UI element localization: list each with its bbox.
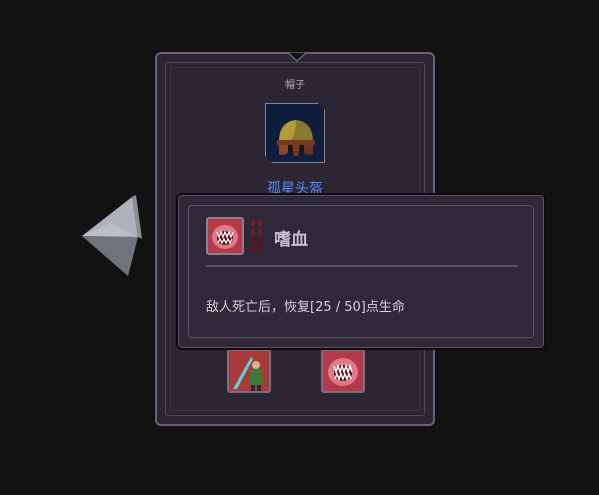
tooltip-description: 敌人死亡后，恢复[25 / 50]点生命 [206, 300, 405, 315]
previous-arrow-button[interactable] [80, 193, 142, 279]
left-arrow-icon [82, 195, 142, 276]
helmet-icon [277, 120, 315, 156]
skill-tooltip: 嗜血 敌人死亡后，恢复[25 / 50]点生命 [176, 193, 546, 350]
fanged-mouth-skill-icon [323, 351, 363, 391]
tooltip-skill-icon [206, 217, 244, 255]
sword-warrior-skill-icon [229, 351, 269, 391]
tooltip-title: 嗜血 [274, 230, 308, 250]
rarity-marks-icon [251, 220, 262, 252]
skill-slot-2[interactable] [321, 349, 365, 393]
tooltip-divider [206, 265, 518, 267]
fanged-mouth-icon [208, 219, 242, 253]
skill-slot-1[interactable] [227, 349, 271, 393]
item-category: 帽子 [285, 80, 305, 91]
card-notch [287, 52, 307, 62]
item-slot[interactable] [265, 103, 325, 163]
